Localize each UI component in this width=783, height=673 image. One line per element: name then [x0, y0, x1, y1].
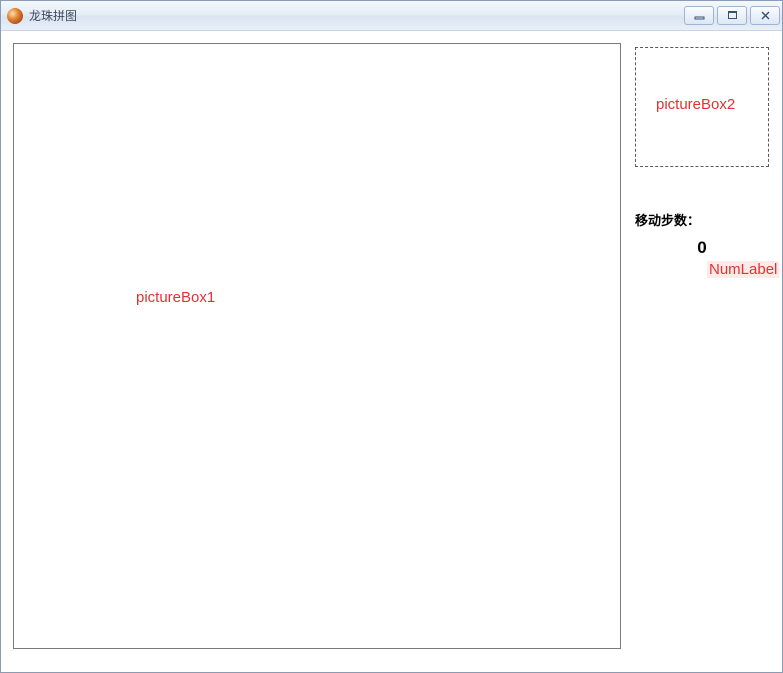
picturebox2[interactable] — [635, 47, 769, 167]
numlabel-designer-label: NumLabel — [707, 261, 779, 278]
app-icon — [7, 8, 23, 24]
maximize-icon — [726, 10, 739, 21]
minimize-button[interactable] — [684, 6, 714, 25]
titlebar[interactable]: 龙珠拼图 — [1, 1, 782, 31]
picturebox1[interactable] — [13, 43, 621, 649]
app-window: 龙珠拼图 pictureBox1 pi — [0, 0, 783, 673]
move-steps-label: 移动步数： — [635, 210, 700, 229]
minimize-icon — [693, 10, 706, 21]
close-button[interactable] — [750, 6, 780, 25]
num-label: 0 — [635, 238, 769, 258]
window-title: 龙珠拼图 — [29, 7, 77, 24]
window-controls — [684, 6, 780, 25]
close-icon — [759, 10, 772, 21]
maximize-button[interactable] — [717, 6, 747, 25]
title-left: 龙珠拼图 — [7, 7, 77, 24]
client-area: pictureBox1 pictureBox2 移动步数： 0 NumLabel — [1, 31, 782, 672]
